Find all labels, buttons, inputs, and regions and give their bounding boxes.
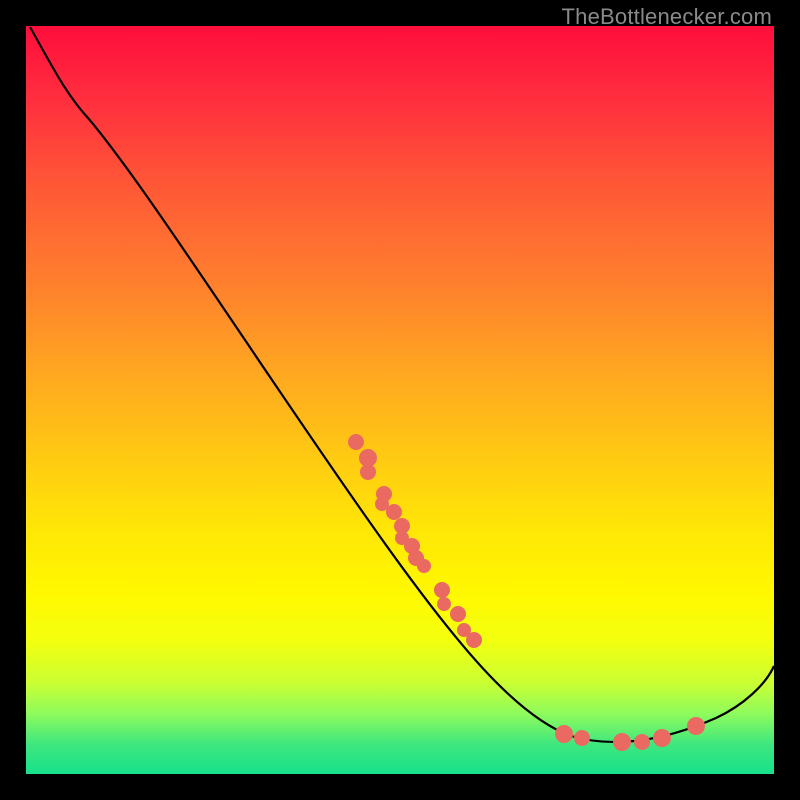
bottleneck-curve <box>30 27 774 742</box>
scatter-dot <box>613 733 631 751</box>
plot-area <box>26 26 774 774</box>
scatter-dot <box>634 734 650 750</box>
scatter-dot <box>434 582 450 598</box>
scatter-dot <box>574 730 590 746</box>
chart-stage: TheBottlenecker.com <box>0 0 800 800</box>
scatter-dot <box>417 559 431 573</box>
scatter-dot <box>653 729 671 747</box>
scatter-dot <box>437 597 451 611</box>
scatter-dot <box>360 464 376 480</box>
scatter-dot <box>687 717 705 735</box>
scatter-dot <box>466 632 482 648</box>
scatter-dot <box>450 606 466 622</box>
scatter-dot <box>555 725 573 743</box>
scatter-dot <box>348 434 364 450</box>
curve-svg <box>26 26 774 774</box>
